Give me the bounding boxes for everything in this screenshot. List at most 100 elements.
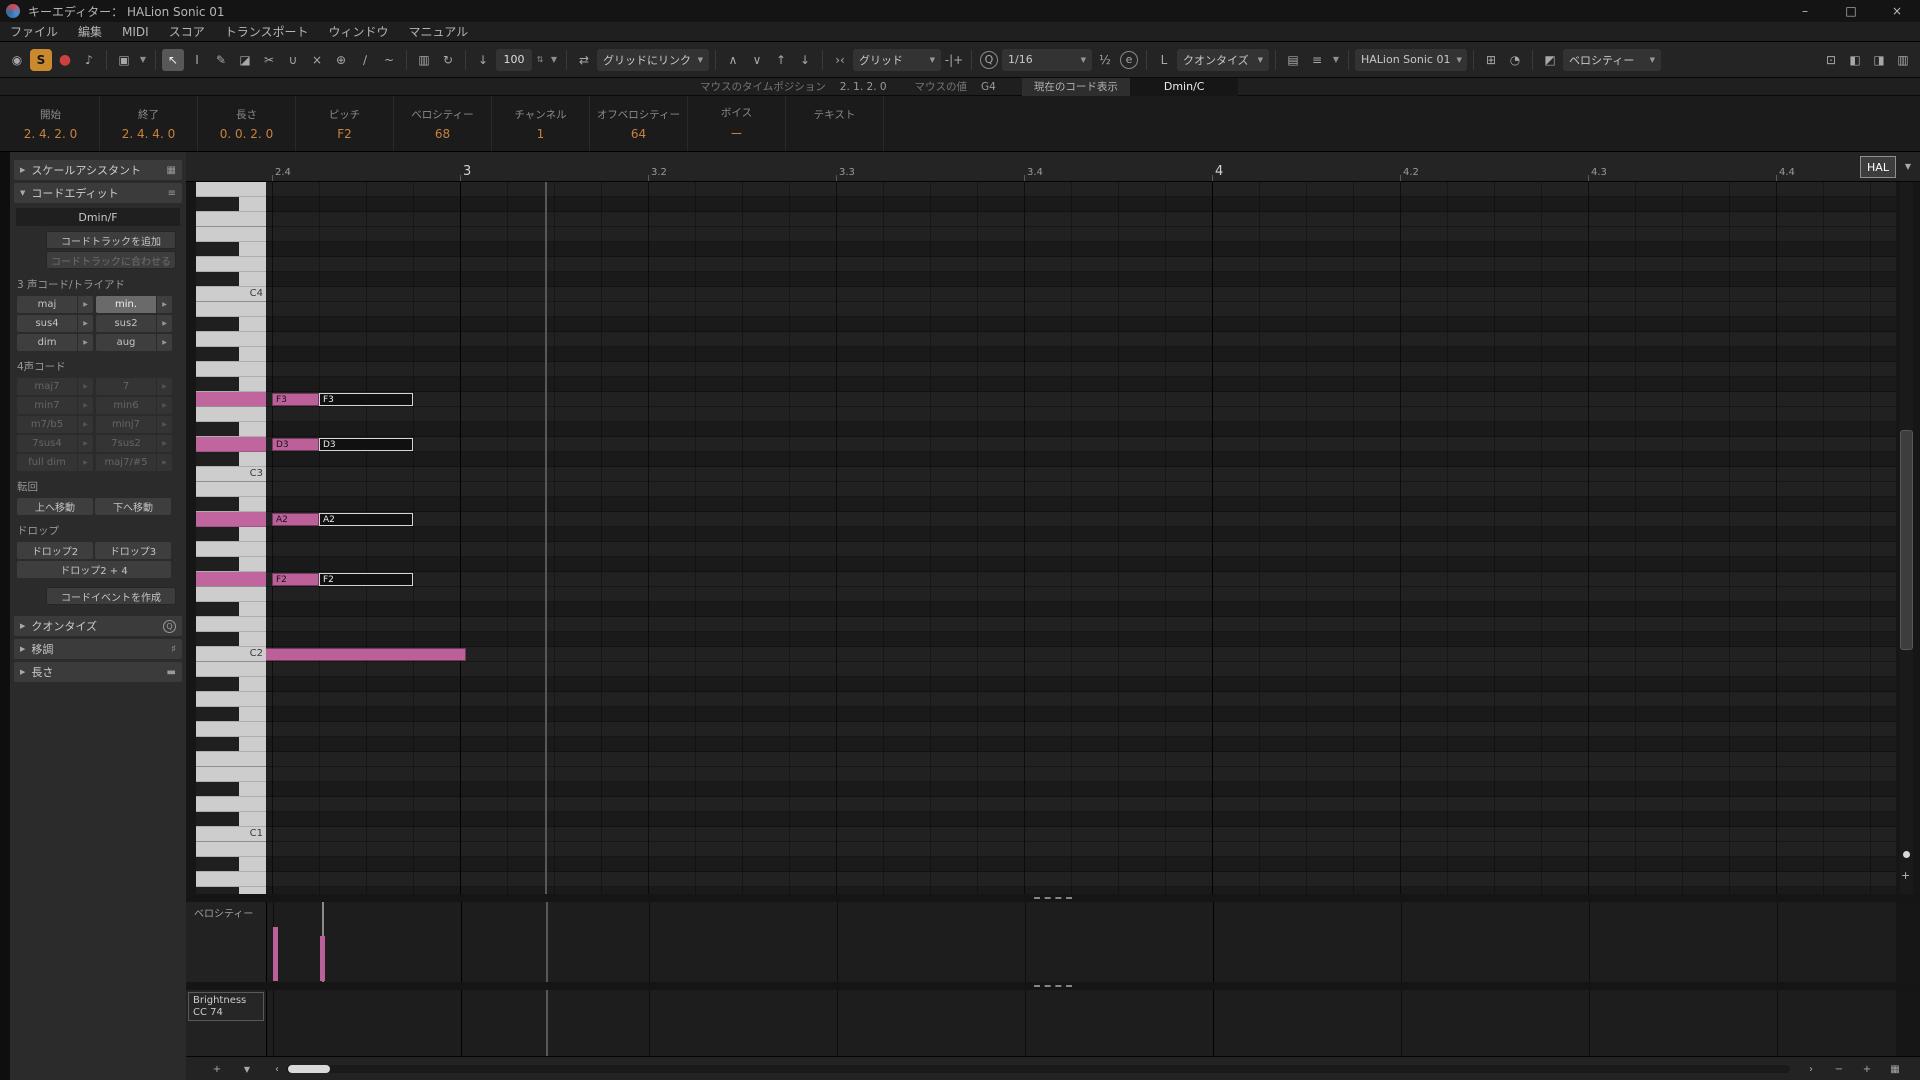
event-color-icon[interactable]: ◩ bbox=[1539, 49, 1561, 71]
piano-key-F#1[interactable] bbox=[196, 737, 266, 752]
hscroll-handle[interactable] bbox=[288, 1065, 330, 1073]
infoline-field[interactable]: ピッチF2 bbox=[296, 96, 394, 151]
piano-key-G#2[interactable] bbox=[196, 527, 266, 542]
length-quantize-icon[interactable]: L bbox=[1153, 49, 1175, 71]
range-tool[interactable]: I bbox=[186, 49, 208, 71]
chord-type-dim[interactable]: dim bbox=[17, 334, 77, 351]
solo-editor-pin-button[interactable]: ◉ bbox=[6, 49, 28, 71]
snap-toggle-button[interactable]: ›‹ bbox=[829, 49, 851, 71]
infoline-field[interactable]: 開始2. 4. 2. 0 bbox=[2, 96, 100, 151]
iterative-quantize-button[interactable]: ½ bbox=[1094, 49, 1116, 71]
zoom-tool[interactable]: ⊕ bbox=[330, 49, 352, 71]
piano-key-A#0[interactable] bbox=[196, 857, 266, 872]
setup-window-layout-button[interactable]: ⊡ bbox=[1820, 49, 1842, 71]
piano-key-A1[interactable] bbox=[196, 692, 266, 707]
piano-key-G3[interactable] bbox=[196, 362, 266, 377]
zoom-out-button[interactable]: − bbox=[1830, 1060, 1848, 1078]
grid-link-dropdown[interactable]: グリッドにリンク▼ bbox=[597, 49, 709, 71]
cc-lane-area[interactable] bbox=[266, 990, 1896, 1056]
length-quantize-dropdown[interactable]: クオンタイズ▼ bbox=[1177, 49, 1269, 71]
nudge-start-left-button[interactable]: ∧ bbox=[722, 49, 744, 71]
infoline-field[interactable]: チャンネル1 bbox=[492, 96, 590, 151]
chord-type-sus4[interactable]: sus4 bbox=[17, 315, 77, 332]
piano-key-C2[interactable]: C2 bbox=[196, 647, 266, 662]
piano-key-G4[interactable] bbox=[196, 182, 266, 197]
section-chord-edit[interactable]: ▼ コードエディット ≡ bbox=[14, 183, 182, 203]
menu-MIDI[interactable]: MIDI bbox=[112, 25, 159, 39]
chord-variant-arrow[interactable]: ▶ bbox=[157, 315, 172, 332]
chord-type-sus2[interactable]: sus2 bbox=[96, 315, 156, 332]
inversion-move-down-button[interactable]: 下へ移動 bbox=[95, 498, 171, 515]
piano-key-F2[interactable] bbox=[196, 572, 266, 587]
grid-type-dropdown[interactable]: グリッド▼ bbox=[853, 49, 941, 71]
midi-note-C2[interactable] bbox=[266, 648, 466, 661]
menu-ウィンドウ[interactable]: ウィンドウ bbox=[318, 23, 398, 40]
ruler-options-caret[interactable]: ▼ bbox=[1896, 152, 1920, 181]
section-length[interactable]: ▶ 長さ ▬ bbox=[14, 662, 182, 682]
midi-note-F3[interactable]: F3 bbox=[319, 393, 413, 406]
track-list-button[interactable]: ≡ bbox=[1306, 49, 1328, 71]
infoline-field[interactable]: 長さ0. 0. 2. 0 bbox=[198, 96, 296, 151]
midi-note-F3[interactable]: F3 bbox=[272, 393, 319, 406]
glue-tool[interactable]: ∪ bbox=[282, 49, 304, 71]
midi-note-F2[interactable]: F2 bbox=[319, 573, 413, 586]
piano-key-A#3[interactable] bbox=[196, 317, 266, 332]
minimize-button[interactable]: – bbox=[1782, 0, 1828, 22]
menu-トランスポート[interactable]: トランスポート bbox=[215, 23, 319, 40]
piano-key-F4[interactable] bbox=[196, 212, 266, 227]
autoscroll-button[interactable]: ▥ bbox=[413, 49, 435, 71]
piano-key-G2[interactable] bbox=[196, 542, 266, 557]
piano-key-D3[interactable] bbox=[196, 437, 266, 452]
select-tool[interactable]: ↖ bbox=[162, 49, 184, 71]
timeline-ruler[interactable]: 2.433.23.33.444.24.34.4 bbox=[266, 152, 1860, 181]
insert-velocity-input[interactable]: 100 bbox=[496, 49, 532, 71]
lower-zone-toggle-button[interactable]: ◨ bbox=[1868, 49, 1890, 71]
erase-tool[interactable]: ◪ bbox=[234, 49, 256, 71]
piano-key-A#2[interactable] bbox=[196, 497, 266, 512]
chord-type-maj[interactable]: maj bbox=[17, 296, 77, 313]
piano-key-F1[interactable] bbox=[196, 752, 266, 767]
infoline-value[interactable]: 68 bbox=[435, 127, 450, 141]
maximize-button[interactable]: □ bbox=[1828, 0, 1874, 22]
inversion-move-up-button[interactable]: 上へ移動 bbox=[17, 498, 93, 515]
record-in-editor-button[interactable]: ● bbox=[54, 49, 76, 71]
create-chord-event-button[interactable]: コードイベントを作成 bbox=[46, 587, 176, 605]
midi-note-F2[interactable]: F2 bbox=[272, 573, 319, 586]
nudge-up-button[interactable]: ↑ bbox=[770, 49, 792, 71]
horizontal-scrollbar[interactable] bbox=[286, 1065, 1790, 1073]
edited-part-dropdown[interactable]: HALion Sonic 01▼ bbox=[1355, 49, 1467, 71]
lane-presets-caret[interactable]: ▼ bbox=[238, 1060, 256, 1078]
drop3-button[interactable]: ドロップ3 bbox=[95, 542, 171, 559]
chord-type-min.[interactable]: min. bbox=[96, 296, 156, 313]
section-scale-assistant[interactable]: ▶ スケールアシスタント ▦ bbox=[14, 160, 182, 180]
menu-スコア[interactable]: スコア bbox=[159, 23, 215, 40]
piano-key-D#4[interactable] bbox=[196, 242, 266, 257]
velocity-bar[interactable] bbox=[320, 936, 325, 981]
acoustic-feedback-button[interactable]: ♪ bbox=[78, 49, 100, 71]
infoline-field[interactable]: 終了2. 4. 4. 0 bbox=[100, 96, 198, 151]
lane-resize-handle[interactable] bbox=[1034, 985, 1072, 987]
show-part-borders-button[interactable]: ▣ bbox=[113, 49, 135, 71]
scroll-left-button[interactable]: ‹ bbox=[268, 1060, 286, 1078]
piano-key-G#3[interactable] bbox=[196, 347, 266, 362]
piano-key-D#1[interactable] bbox=[196, 782, 266, 797]
chord-variant-arrow[interactable]: ▶ bbox=[157, 334, 172, 351]
piano-key-C#2[interactable] bbox=[196, 632, 266, 647]
velocity-lane-header[interactable]: ベロシティー bbox=[186, 902, 266, 982]
curve-tool[interactable]: ~ bbox=[378, 49, 400, 71]
vscroll-handle[interactable] bbox=[1900, 430, 1913, 650]
piano-key-C#1[interactable] bbox=[196, 812, 266, 827]
piano-key-C3[interactable]: C3 bbox=[196, 467, 266, 482]
midi-note-A2[interactable]: A2 bbox=[272, 513, 319, 526]
piano-key-G1[interactable] bbox=[196, 722, 266, 737]
piano-key-D4[interactable] bbox=[196, 257, 266, 272]
menu-ファイル[interactable]: ファイル bbox=[0, 23, 68, 40]
infoline-value[interactable]: 2. 4. 4. 0 bbox=[122, 127, 175, 141]
piano-key-G#1[interactable] bbox=[196, 707, 266, 722]
section-quantize[interactable]: ▶ クオンタイズ Q bbox=[14, 616, 182, 636]
infoline-value[interactable]: 2. 4. 2. 0 bbox=[24, 127, 77, 141]
infoline-field[interactable]: ボイスー bbox=[688, 96, 786, 151]
zoom-in-vertical-button[interactable]: + bbox=[1901, 869, 1910, 882]
quantize-preset-dropdown[interactable]: 1/16▼ bbox=[1002, 49, 1092, 71]
independent-loop-button[interactable]: ↻ bbox=[437, 49, 459, 71]
